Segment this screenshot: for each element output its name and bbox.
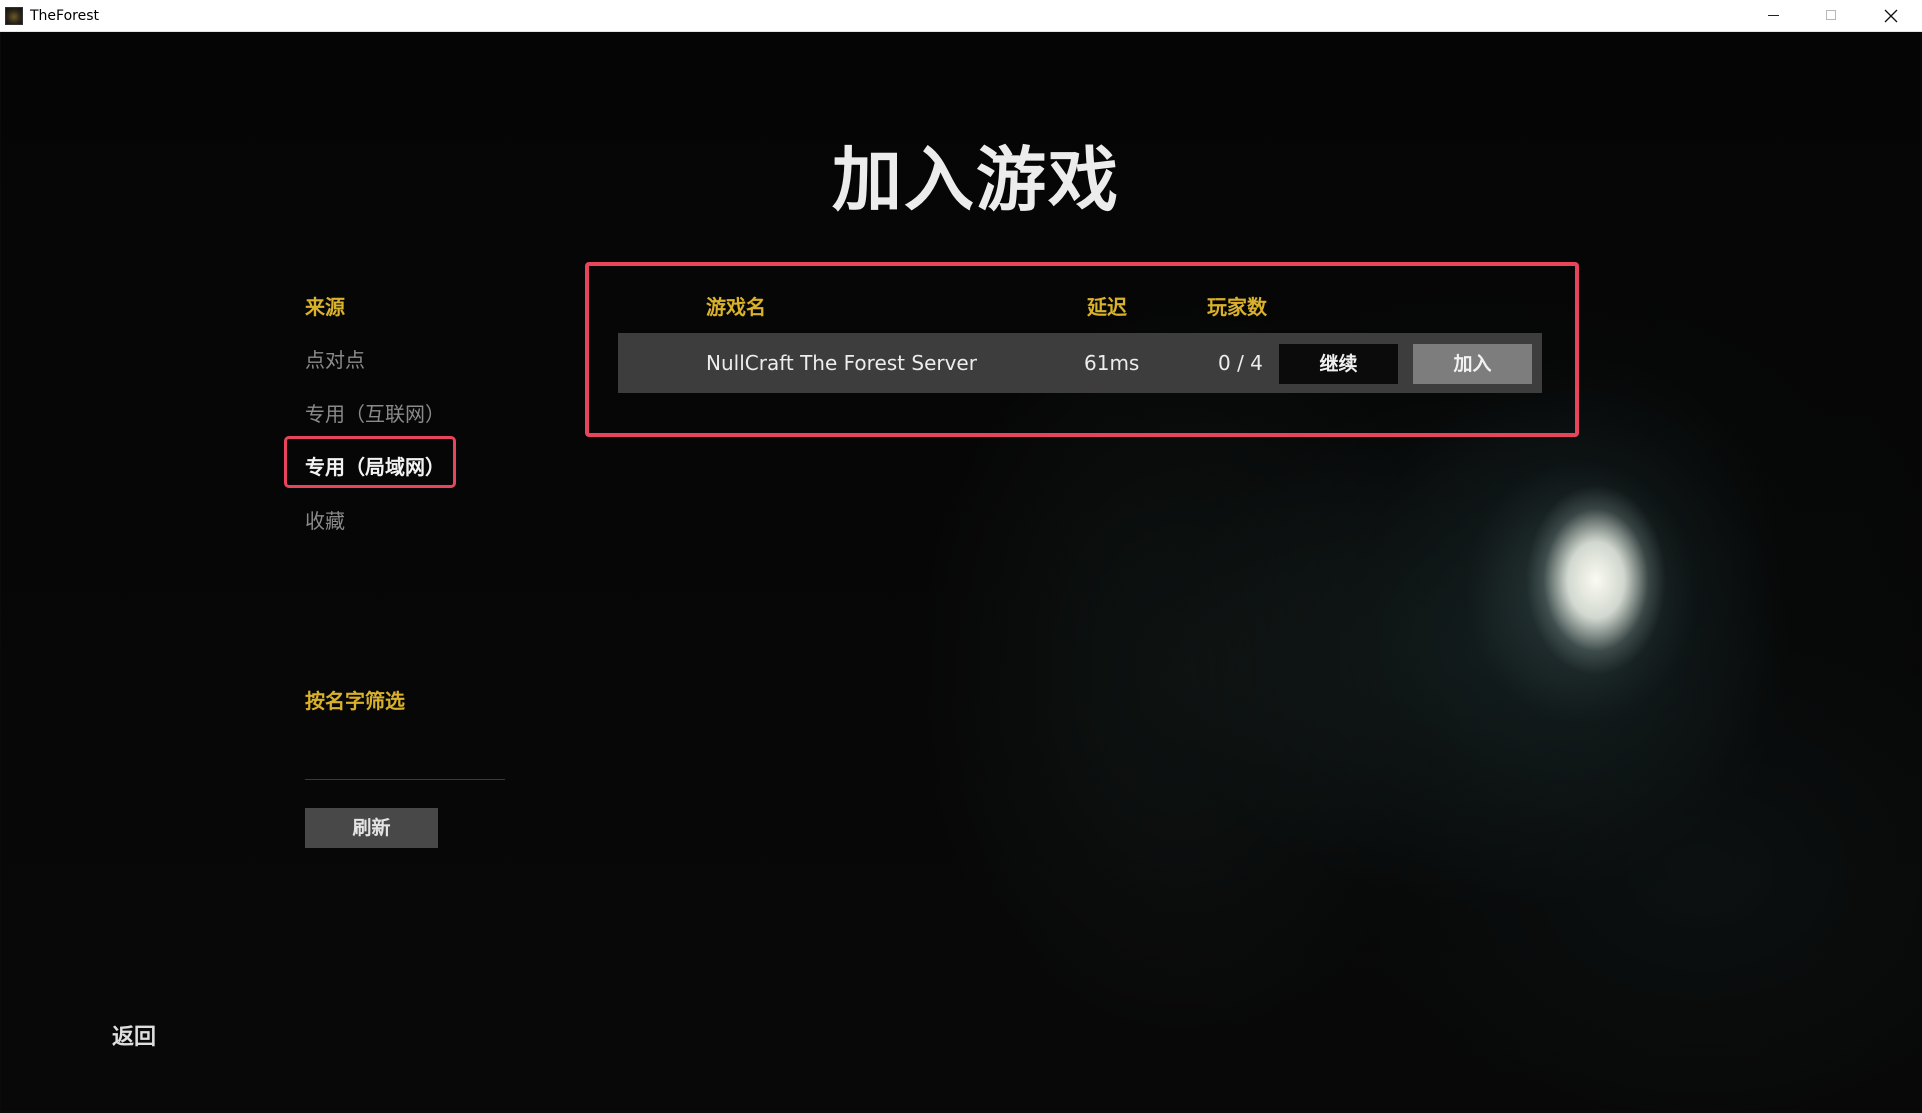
game-window: TheForest 加入游戏 来源 点对点 专用（互联网） 专用（局域网） 收藏… <box>0 0 1922 1113</box>
server-row[interactable]: NullCraft The Forest Server 61ms 0 / 4 继… <box>618 333 1542 393</box>
source-item-dedicated-internet[interactable]: 专用（互联网） <box>305 398 445 427</box>
server-name: NullCraft The Forest Server <box>706 351 977 375</box>
join-button[interactable]: 加入 <box>1413 344 1532 384</box>
source-item-dedicated-lan[interactable]: 专用（局域网） <box>305 451 445 480</box>
source-item-peer-to-peer[interactable]: 点对点 <box>305 344 365 373</box>
close-button[interactable] <box>1862 0 1920 32</box>
close-icon <box>1884 9 1898 23</box>
maximize-icon <box>1826 10 1836 20</box>
the-forest-app-icon <box>5 7 23 25</box>
column-header-players: 玩家数 <box>1207 295 1267 319</box>
minimize-icon <box>1768 15 1779 16</box>
filter-heading: 按名字筛选 <box>305 689 405 713</box>
minimize-button[interactable] <box>1745 0 1803 32</box>
refresh-button[interactable]: 刷新 <box>305 808 438 848</box>
server-ping: 61ms <box>1084 351 1140 375</box>
column-header-game-name: 游戏名 <box>706 295 766 319</box>
continue-button[interactable]: 继续 <box>1279 344 1398 384</box>
source-heading: 来源 <box>305 295 345 319</box>
name-filter-input[interactable] <box>305 746 505 780</box>
maximize-button[interactable] <box>1803 0 1861 32</box>
back-button[interactable]: 返回 <box>112 1019 156 1051</box>
page-title: 加入游戏 <box>832 139 1120 221</box>
source-item-favorites[interactable]: 收藏 <box>305 505 345 534</box>
title-bar: TheForest <box>0 0 1922 32</box>
column-header-ping: 延迟 <box>1087 295 1127 319</box>
window-title: TheForest <box>30 8 100 24</box>
server-player-count: 0 / 4 <box>1218 351 1263 375</box>
